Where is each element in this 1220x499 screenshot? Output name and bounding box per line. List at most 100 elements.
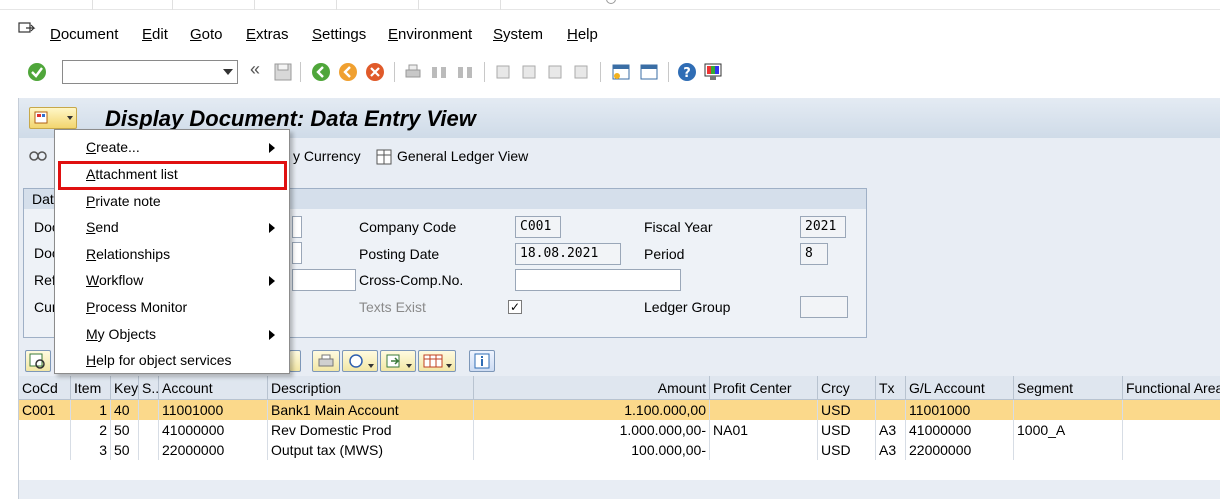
fiscal-year-field[interactable]: 2021 (800, 216, 846, 238)
cell-gl-account: 11001000 (906, 400, 1014, 420)
menu-item-process-monitor[interactable]: Process Monitor (55, 294, 289, 320)
company-code-field[interactable]: C001 (515, 216, 561, 238)
texts-exist-checkbox[interactable]: ✓ (508, 300, 522, 314)
menu-system[interactable]: System (493, 26, 543, 43)
sum-button[interactable] (342, 350, 378, 372)
previous-page-icon[interactable] (518, 61, 540, 83)
table-row[interactable]: 3 50 22000000 Output tax (MWS) 100.000,0… (19, 440, 1220, 460)
menu-document[interactable]: Document (50, 26, 118, 43)
document-type-field-edge[interactable] (292, 242, 302, 264)
cell-profit-center (710, 440, 818, 460)
reference-field[interactable] (292, 269, 356, 291)
help-icon[interactable]: ? (676, 61, 698, 83)
find-next-icon[interactable] (454, 61, 476, 83)
cell-s (139, 440, 159, 460)
display-change-icon[interactable] (27, 147, 49, 165)
column-header-s[interactable]: S... (139, 376, 159, 400)
menu-edit[interactable]: Edit (142, 26, 168, 43)
column-header-tx[interactable]: Tx (876, 376, 906, 400)
posting-date-field[interactable]: 18.08.2021 (515, 243, 621, 265)
menu-help[interactable]: Help (567, 26, 598, 43)
menu-settings[interactable]: Settings (312, 26, 366, 43)
menu-item-help-object-services[interactable]: Help for object services (55, 347, 289, 373)
menu-item-private-note[interactable]: Private note (55, 188, 289, 214)
cancel-icon[interactable] (364, 61, 386, 83)
back-icon[interactable] (310, 61, 332, 83)
details-button[interactable] (25, 350, 51, 372)
customize-layout-icon[interactable] (702, 61, 724, 83)
ledger-group-label: Ledger Group (644, 299, 731, 315)
resize-handle[interactable] (606, 0, 616, 4)
alv-button-partial[interactable] (289, 350, 301, 372)
menu-item-create[interactable]: Create... (55, 134, 289, 160)
general-ledger-view-button[interactable]: General Ledger View (397, 148, 528, 164)
menu-item-label: My Objects (86, 326, 157, 342)
column-header-key[interactable]: Key (111, 376, 139, 400)
toolbar-separator (484, 62, 485, 82)
collapse-icon[interactable]: « (250, 59, 260, 80)
display-currency-button[interactable]: y Currency (293, 148, 361, 164)
column-header-account[interactable]: Account (159, 376, 268, 400)
menu-environment[interactable]: Environment (388, 26, 472, 43)
line-items-table: CoCd Item Key S... Account Description A… (19, 376, 1220, 499)
column-header-cocd[interactable]: CoCd (19, 376, 71, 400)
cell-cocd (19, 420, 71, 440)
print-icon[interactable] (402, 61, 424, 83)
chevron-down-icon (67, 116, 73, 120)
posting-date-label: Posting Date (359, 246, 440, 262)
period-field[interactable]: 8 (800, 243, 828, 265)
menu-item-label: Process Monitor (86, 299, 188, 315)
column-header-profit-center[interactable]: Profit Center (710, 376, 818, 400)
menu-goto[interactable]: Goto (190, 26, 223, 43)
cell-segment (1014, 400, 1123, 420)
window-top-edge (0, 0, 1220, 10)
table-empty-area (19, 480, 1220, 499)
column-header-crcy[interactable]: Crcy (818, 376, 876, 400)
command-field[interactable] (62, 60, 238, 84)
cell-functional-area (1123, 420, 1220, 440)
info-icon (474, 353, 490, 369)
cell-profit-center: NA01 (710, 420, 818, 440)
cell-segment (1014, 440, 1123, 460)
column-header-functional-area[interactable]: Functional Area (1123, 376, 1220, 400)
menu-item-relationships[interactable]: Relationships (55, 241, 289, 267)
menu-item-workflow[interactable]: Workflow (55, 267, 289, 293)
menu-extras[interactable]: Extras (246, 26, 289, 43)
table-row[interactable]: C001 1 40 11001000 Bank1 Main Account 1.… (19, 400, 1220, 420)
cell-segment: 1000_A (1014, 420, 1123, 440)
menu-item-my-objects[interactable]: My Objects (55, 321, 289, 347)
enter-check-icon[interactable] (26, 61, 48, 83)
next-page-icon[interactable] (544, 61, 566, 83)
exit-icon[interactable] (337, 61, 359, 83)
chevron-down-icon[interactable] (223, 69, 233, 75)
column-header-amount[interactable]: Amount (474, 376, 710, 400)
texts-exist-label: Texts Exist (359, 299, 426, 315)
object-services-button[interactable] (29, 107, 77, 129)
system-menu-icon[interactable] (18, 22, 36, 36)
menu-item-label: Relationships (86, 246, 171, 262)
cell-crcy: USD (818, 440, 876, 460)
cell-cocd (19, 440, 71, 460)
last-page-icon[interactable] (570, 61, 592, 83)
export-button[interactable] (380, 350, 416, 372)
column-header-gl-account[interactable]: G/L Account (906, 376, 1014, 400)
new-session-icon[interactable] (610, 61, 632, 83)
layout-button[interactable] (418, 350, 456, 372)
print-list-button[interactable] (312, 350, 340, 372)
save-icon[interactable] (272, 61, 294, 83)
ledger-group-field[interactable] (800, 296, 848, 318)
first-page-icon[interactable] (492, 61, 514, 83)
shortcut-icon[interactable] (638, 61, 660, 83)
find-icon[interactable] (428, 61, 450, 83)
grid-line (172, 0, 173, 10)
column-header-description[interactable]: Description (268, 376, 474, 400)
grid-line (336, 0, 337, 10)
document-number-field-edge[interactable] (292, 216, 302, 238)
cross-comp-field[interactable] (515, 269, 681, 291)
column-header-segment[interactable]: Segment (1014, 376, 1123, 400)
submenu-arrow-icon (269, 276, 275, 286)
info-button[interactable] (469, 350, 495, 372)
menu-item-send[interactable]: Send (55, 214, 289, 240)
table-row[interactable]: 2 50 41000000 Rev Domestic Prod 1.000.00… (19, 420, 1220, 440)
column-header-item[interactable]: Item (71, 376, 111, 400)
